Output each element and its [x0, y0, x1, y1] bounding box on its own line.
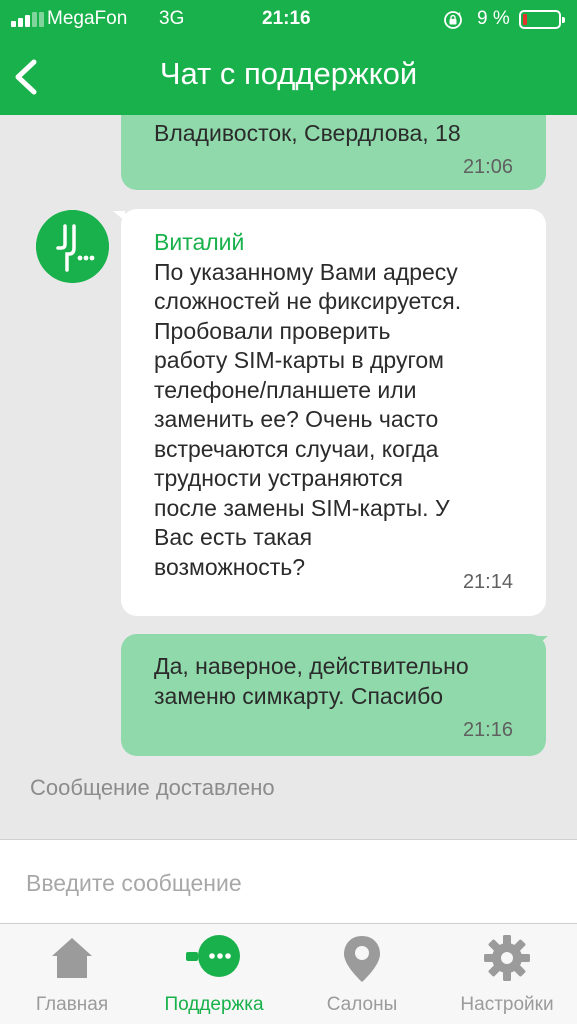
- tab-settings[interactable]: Настройки: [435, 924, 577, 1024]
- home-icon: [52, 938, 92, 978]
- tab-bar: Главная Поддержка Салоны Настройки: [0, 923, 577, 1024]
- status-time: 21:16: [262, 8, 311, 29]
- message-line: работу SIM-карты в другом: [154, 347, 444, 373]
- message-incoming: Виталий По указанному Вами адресу сложно…: [121, 209, 546, 616]
- app-root: MegaFon 3G 21:16 9 % Чат с поддержкой Вл…: [0, 0, 577, 1024]
- tab-home[interactable]: Главная: [0, 924, 144, 1024]
- header: MegaFon 3G 21:16 9 % Чат с поддержкой: [0, 0, 577, 115]
- tab-label: Настройки: [460, 994, 554, 1015]
- message-time: 21:06: [462, 156, 513, 178]
- message-line: По указанному Вами адресу: [154, 258, 458, 285]
- signal-strength-icon: [11, 11, 45, 27]
- message-line: заменить ее? Очень часто: [154, 406, 439, 432]
- page-title: Чат с поддержкой: [159, 56, 418, 91]
- map-pin-icon: [344, 936, 380, 982]
- tab-salons[interactable]: Салоны: [290, 924, 434, 1024]
- message-line: заменю симкарту. Спасибо: [154, 682, 444, 709]
- message-sender: Виталий: [154, 229, 245, 255]
- message-line: Да, наверное, действительно: [154, 653, 469, 679]
- message-outgoing: Владивосток, Свердлова, 18 21:06: [121, 115, 546, 190]
- delivery-status: Сообщение доставлено: [30, 775, 275, 800]
- message-line: трудности устраняются: [154, 465, 403, 491]
- tab-label: Поддержка: [164, 994, 264, 1015]
- chat-bubble-icon: [186, 935, 240, 977]
- message-line: встречаются случаи, когда: [154, 435, 439, 462]
- battery-percent: 9 %: [477, 8, 510, 29]
- carrier-name: MegaFon: [47, 8, 128, 29]
- message-line: Пробовали проверить: [154, 317, 391, 344]
- message-input[interactable]: [24, 862, 558, 904]
- tab-label: Салоны: [326, 994, 398, 1015]
- status-bar: MegaFon 3G 21:16 9 %: [0, 0, 577, 40]
- message-text: Владивосток, Свердлова, 18: [154, 120, 461, 146]
- gear-icon: [484, 935, 530, 981]
- message-line: сложностей не фиксируется.: [154, 288, 462, 314]
- message-text: Да, наверное, действительно заменю симка…: [154, 652, 469, 711]
- message-line: возможность?: [154, 553, 306, 580]
- network-type: 3G: [159, 8, 185, 29]
- message-time: 21:14: [462, 571, 513, 593]
- message-line: телефоне/планшете или: [154, 376, 417, 403]
- battery-icon: [519, 10, 565, 29]
- megafon-logo-icon: [36, 210, 109, 283]
- message-time: 21:16: [462, 719, 513, 741]
- message-line: Вас есть такая: [154, 524, 313, 550]
- chat-thread[interactable]: Владивосток, Свердлова, 18 21:06 Виталий…: [0, 115, 577, 839]
- message-composer: [0, 839, 577, 923]
- tab-label: Главная: [35, 994, 109, 1015]
- orientation-lock-icon: [444, 11, 462, 29]
- message-text: По указанному Вами адресу сложностей не …: [154, 258, 516, 583]
- battery-level: [523, 14, 527, 25]
- tab-support[interactable]: Поддержка: [142, 924, 286, 1024]
- message-line: после замены SIM-карты. У: [154, 494, 450, 521]
- message-outgoing: Да, наверное, действительно заменю симка…: [121, 634, 546, 756]
